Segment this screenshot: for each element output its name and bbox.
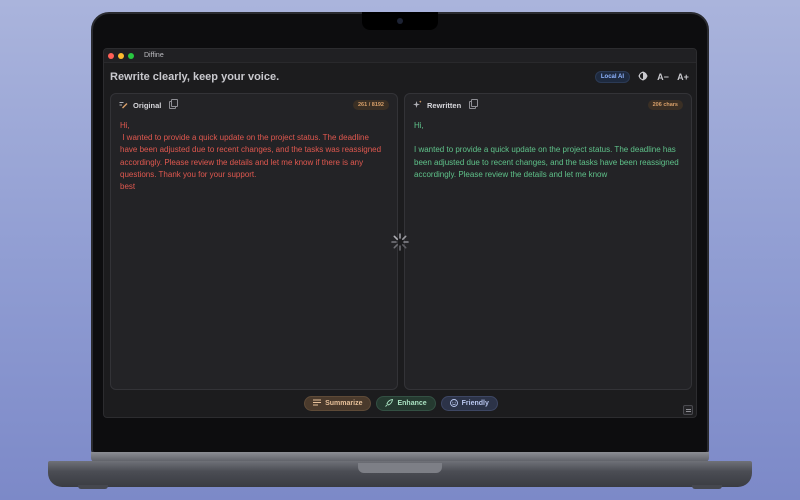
rewritten-text: Hi, I wanted to provide a quick update o…: [414, 121, 679, 179]
loading-spinner-icon: [391, 233, 409, 251]
window-title: Diffine: [144, 52, 164, 59]
enhance-button[interactable]: Enhance: [376, 396, 436, 411]
camera-icon: [397, 18, 403, 24]
app-header: Rewrite clearly, keep your voice. Local …: [104, 63, 696, 91]
friendly-button[interactable]: Friendly: [440, 396, 498, 411]
lines-icon: [313, 399, 322, 408]
enhance-label: Enhance: [397, 400, 427, 407]
copy-icon[interactable]: [169, 99, 179, 109]
smile-icon: [449, 398, 458, 409]
original-text[interactable]: Hi, I wanted to provide a quick update o…: [111, 116, 397, 197]
header-tools: Local AI A− A+: [594, 71, 690, 83]
summarize-button[interactable]: Summarize: [304, 396, 372, 411]
original-pane: Original 261 / 8192 Hi, I wanted to prov…: [110, 93, 398, 390]
edit-icon: [119, 100, 128, 111]
page-title: Rewrite clearly, keep your voice.: [110, 71, 280, 83]
rewritten-title: Rewritten: [427, 100, 462, 110]
minimize-button[interactable]: [118, 52, 124, 59]
rewritten-pane: Rewritten 206 chars Hi, I wanted to prov…: [404, 93, 692, 390]
laptop-foot: [692, 485, 722, 489]
original-pane-header: Original 261 / 8192: [111, 94, 397, 116]
close-button[interactable]: [108, 52, 114, 59]
zoom-button[interactable]: [128, 52, 134, 59]
font-increase-button[interactable]: A+: [676, 72, 690, 82]
summarize-label: Summarize: [325, 400, 363, 407]
friendly-label: Friendly: [461, 400, 489, 407]
local-ai-badge[interactable]: Local AI: [594, 71, 630, 83]
rocket-icon: [385, 398, 394, 409]
action-bar: Summarize Enhance Friendly: [104, 396, 696, 411]
sidebar-toggle-button[interactable]: [683, 405, 693, 415]
laptop-foot: [78, 485, 108, 489]
font-decrease-button[interactable]: A−: [656, 72, 670, 82]
laptop-opening-notch: [358, 463, 442, 473]
char-count-badge: 206 chars: [647, 100, 683, 110]
copy-icon[interactable]: [469, 99, 479, 109]
title-bar: Diffine: [104, 49, 696, 63]
char-count-badge: 261 / 8192: [353, 100, 389, 110]
original-title: Original: [133, 100, 162, 110]
sparkle-icon: [413, 100, 422, 111]
rewritten-pane-header: Rewritten 206 chars: [405, 94, 691, 116]
theme-toggle-icon[interactable]: [636, 71, 650, 83]
